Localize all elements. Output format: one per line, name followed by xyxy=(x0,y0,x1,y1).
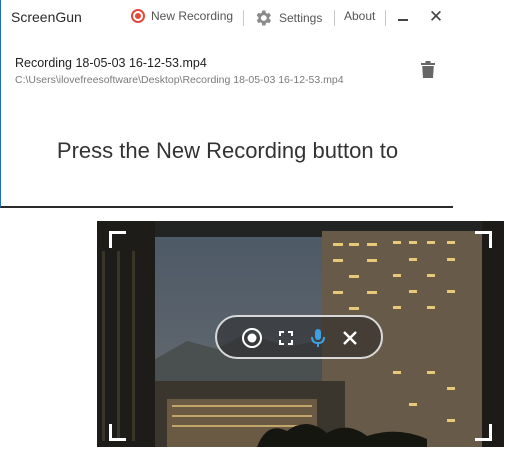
app-title: ScreenGun xyxy=(11,9,82,25)
screengun-window: ScreenGun New Recording Settings About ✕… xyxy=(0,0,453,208)
start-recording-button[interactable] xyxy=(241,327,263,349)
capture-corner-handle-top-left[interactable] xyxy=(109,231,126,248)
recording-file-path: C:\Users\ilovefreesoftware\Desktop\Recor… xyxy=(15,74,344,86)
capture-corner-handle-bottom-right[interactable] xyxy=(475,424,492,441)
close-window-button[interactable]: ✕ xyxy=(426,7,446,27)
capture-region[interactable] xyxy=(97,221,504,447)
close-icon: ✕ xyxy=(428,7,444,26)
recording-toolbar xyxy=(215,315,383,359)
new-recording-label: New Recording xyxy=(151,9,234,23)
capture-corner-handle-top-right[interactable] xyxy=(475,231,492,248)
minimize-button[interactable] xyxy=(393,7,413,27)
record-icon xyxy=(131,9,145,23)
about-button[interactable]: About xyxy=(344,9,375,23)
menu-separator xyxy=(243,10,244,26)
menu-separator xyxy=(385,10,386,26)
settings-label: Settings xyxy=(279,11,323,25)
capture-corner-handle-bottom-left[interactable] xyxy=(109,424,126,441)
settings-button[interactable]: Settings xyxy=(253,8,322,28)
empty-state-prompt: Press the New Recording button to xyxy=(56,138,399,163)
about-label: About xyxy=(344,9,376,23)
close-icon[interactable] xyxy=(339,327,361,349)
title-bar: ScreenGun New Recording Settings About ✕ xyxy=(1,0,454,34)
trash-icon[interactable] xyxy=(421,61,435,78)
new-recording-button[interactable]: New Recording xyxy=(131,9,233,23)
minimize-icon xyxy=(398,19,408,21)
recording-list-item[interactable]: Recording 18-05-03 16-12-53.mp4 C:\Users… xyxy=(15,56,435,86)
fullscreen-icon[interactable] xyxy=(275,327,297,349)
microphone-icon[interactable] xyxy=(307,327,329,349)
menu-separator xyxy=(334,10,335,26)
gear-icon xyxy=(256,10,271,26)
recording-file-name: Recording 18-05-03 16-12-53.mp4 xyxy=(15,56,207,70)
record-icon xyxy=(247,333,257,343)
